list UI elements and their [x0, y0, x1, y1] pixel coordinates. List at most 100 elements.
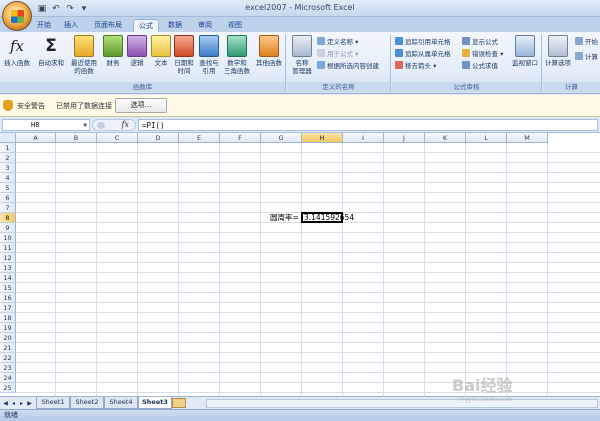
tab-insert[interactable]: 插入	[60, 19, 82, 32]
row-header-20[interactable]: 20	[0, 333, 16, 343]
sheet-tab-active[interactable]: Sheet3	[138, 397, 172, 409]
calculation-options-button[interactable]: 计算选项	[545, 35, 571, 67]
row-header-8[interactable]: 8	[0, 213, 16, 223]
column-header-e[interactable]: E	[179, 133, 220, 143]
tab-view[interactable]: 视图	[224, 19, 246, 32]
horizontal-scrollbar[interactable]	[206, 399, 598, 408]
sheet-tab[interactable]: Sheet1	[36, 397, 70, 409]
use-in-formula-button[interactable]: 用于公式 ▾	[317, 49, 358, 60]
gridline	[342, 143, 343, 396]
row-header-24[interactable]: 24	[0, 373, 16, 383]
row-header-7[interactable]: 7	[0, 203, 16, 213]
create-from-selection-button[interactable]: 根据所选内容创建	[317, 61, 379, 72]
insert-sheet-icon[interactable]	[172, 398, 186, 408]
prev-sheet-icon[interactable]: ◂	[10, 399, 17, 408]
formula-icon	[317, 49, 325, 57]
formula-input[interactable]: =PI()	[138, 119, 598, 131]
tab-review[interactable]: 审阅	[194, 19, 216, 32]
more-functions-button[interactable]: 其他函数	[254, 35, 284, 67]
column-header-l[interactable]: L	[466, 133, 507, 143]
column-header-d[interactable]: D	[138, 133, 179, 143]
column-header-m[interactable]: M	[507, 133, 548, 143]
chevron-down-icon[interactable]: ▼	[83, 120, 87, 131]
row-header-13[interactable]: 13	[0, 263, 16, 273]
security-options-button[interactable]: 选项...	[115, 98, 167, 113]
insert-function-fx-button[interactable]: fx	[92, 119, 136, 131]
text-button[interactable]: 文本	[150, 35, 172, 67]
worksheet-grid[interactable]: A B C D E F G H I J K L M 1 2 3 4 5 6 7 8 9 10 11 12 13 14 15 16 17 18…	[0, 133, 600, 396]
row-header-19[interactable]: 19	[0, 323, 16, 333]
lookup-reference-button[interactable]: 查找与 引用	[197, 35, 221, 75]
select-all-corner[interactable]	[0, 133, 16, 143]
row-header-2[interactable]: 2	[0, 153, 16, 163]
tab-page-layout[interactable]: 页面布局	[90, 19, 126, 32]
datetime-button[interactable]: 日期和 时间	[172, 35, 196, 75]
gridline	[424, 143, 425, 396]
row-header-22[interactable]: 22	[0, 353, 16, 363]
error-checking-button[interactable]: 错误检查 ▾	[462, 49, 503, 60]
column-header-h[interactable]: H	[302, 133, 343, 143]
column-header-f[interactable]: F	[220, 133, 261, 143]
insert-function-button[interactable]: fx 插入函数	[2, 35, 32, 67]
row-header-4[interactable]: 4	[0, 173, 16, 183]
math-trig-button[interactable]: 数学和 三角函数	[222, 35, 252, 75]
row-header-21[interactable]: 21	[0, 343, 16, 353]
autosum-button[interactable]: Σ 自动求和	[36, 35, 66, 67]
calculate-sheet-button[interactable]: 计算	[575, 52, 598, 63]
column-header-b[interactable]: B	[56, 133, 97, 143]
row-header-23[interactable]: 23	[0, 363, 16, 373]
column-header-c[interactable]: C	[97, 133, 138, 143]
logical-button[interactable]: 逻辑	[126, 35, 148, 67]
row-header-3[interactable]: 3	[0, 163, 16, 173]
first-sheet-icon[interactable]: ◀	[2, 399, 9, 408]
column-header-j[interactable]: J	[384, 133, 425, 143]
define-name-button[interactable]: 定义名称 ▾	[317, 37, 358, 48]
trace-precedents-button[interactable]: 追踪引用单元格	[395, 37, 451, 48]
tab-data[interactable]: 数据	[164, 19, 186, 32]
evaluate-formula-button[interactable]: 公式求值	[462, 61, 498, 72]
row-header-5[interactable]: 5	[0, 183, 16, 193]
sheet-tab[interactable]: Sheet2	[70, 397, 104, 409]
column-header-i[interactable]: I	[343, 133, 384, 143]
gridline	[16, 272, 600, 273]
column-header-k[interactable]: K	[425, 133, 466, 143]
row-header-18[interactable]: 18	[0, 313, 16, 323]
tab-home[interactable]: 开始	[33, 19, 55, 32]
watch-window-button[interactable]: 监视窗口	[510, 35, 540, 67]
name-manager-button[interactable]: 名称 管理器	[289, 35, 315, 75]
remove-arrows-button[interactable]: 移去箭头 ▾	[395, 61, 436, 72]
name-box[interactable]: H8 ▼	[2, 119, 90, 131]
row-header-14[interactable]: 14	[0, 273, 16, 283]
book-yellow-icon	[151, 35, 171, 57]
row-header-16[interactable]: 16	[0, 293, 16, 303]
tab-formulas[interactable]: 公式	[133, 19, 159, 32]
row-header-25[interactable]: 25	[0, 383, 16, 393]
column-header-g[interactable]: G	[261, 133, 302, 143]
show-formulas-button[interactable]: 显示公式	[462, 37, 498, 48]
row-header-10[interactable]: 10	[0, 233, 16, 243]
row-header-11[interactable]: 11	[0, 243, 16, 253]
row-header-1[interactable]: 1	[0, 143, 16, 153]
title-bar: ▣ ↶ ↷ ▾ excel2007 - Microsoft Excel	[0, 0, 600, 31]
cell-g8[interactable]: 圆周率=	[270, 213, 299, 223]
recent-functions-button[interactable]: 最近使用 的函数	[68, 35, 100, 75]
row-header-9[interactable]: 9	[0, 223, 16, 233]
sheet-tab[interactable]: Sheet4	[104, 397, 138, 409]
row-header-12[interactable]: 12	[0, 253, 16, 263]
office-button[interactable]	[2, 1, 32, 31]
group-function-library: fx 插入函数 Σ 自动求和 最近使用 的函数 财务 逻辑 文本 日期和 时间	[0, 34, 286, 92]
row-header-17[interactable]: 17	[0, 303, 16, 313]
row-header-6[interactable]: 6	[0, 193, 16, 203]
ribbon-tabs: 开始 插入 页面布局 公式 数据 审阅 视图	[0, 17, 600, 32]
last-sheet-icon[interactable]: ▶	[26, 399, 33, 408]
financial-button[interactable]: 财务	[102, 35, 124, 67]
group-label-function-library: 函数库	[0, 82, 285, 92]
next-sheet-icon[interactable]: ▸	[18, 399, 25, 408]
selected-cell-outline	[301, 212, 343, 223]
trace-dependents-button[interactable]: 追踪从属单元格	[395, 49, 451, 60]
column-header-a[interactable]: A	[16, 133, 56, 143]
gridline	[260, 143, 261, 396]
calculate-now-button[interactable]: 开始	[575, 37, 598, 48]
row-header-15[interactable]: 15	[0, 283, 16, 293]
gridline	[16, 362, 600, 363]
